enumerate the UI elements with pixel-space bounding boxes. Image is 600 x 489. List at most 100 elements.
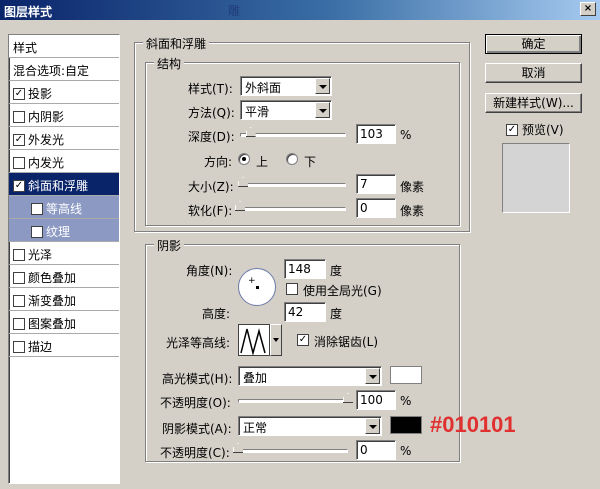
chevron-down-icon	[315, 78, 330, 94]
depth-label: 深度(D):	[188, 130, 235, 144]
depth-input[interactable]: 103	[356, 124, 396, 144]
style-item[interactable]: 图案叠加	[9, 311, 119, 334]
altitude-input[interactable]: 42	[284, 302, 326, 322]
shadow-opacity-slider[interactable]	[233, 443, 348, 457]
angle-input[interactable]: 148	[284, 259, 326, 279]
style-item-label: 等高线	[46, 202, 83, 216]
style-item[interactable]: ✓ 斜面和浮雕	[9, 173, 119, 196]
gloss-contour-label: 光泽等高线:	[166, 336, 231, 350]
gloss-contour-dropdown[interactable]	[270, 324, 282, 356]
style-item-label: 内阴影	[28, 110, 65, 124]
technique-select[interactable]: 平滑	[240, 100, 332, 120]
style-item[interactable]: 光泽	[9, 242, 119, 265]
soften-value: 0	[360, 201, 368, 215]
direction-up-radio[interactable]	[238, 153, 250, 165]
direction-up-label: 上	[256, 155, 269, 169]
ok-button[interactable]: 确定	[485, 34, 582, 54]
size-slider-thumb[interactable]	[238, 177, 249, 187]
soften-input[interactable]: 0	[356, 198, 396, 218]
preview-checkbox[interactable]: ✓	[506, 123, 518, 136]
size-slider-track	[240, 183, 346, 187]
style-item[interactable]: ✓ 投影	[9, 81, 119, 104]
size-value: 7	[360, 177, 368, 191]
highlight-opacity-track	[238, 399, 348, 403]
highlight-opacity-label: 不透明度(O):	[160, 396, 231, 410]
highlight-opacity-slider[interactable]	[238, 393, 353, 407]
bevel-style-value: 外斜面	[245, 81, 282, 95]
direction-down-label: 下	[304, 155, 317, 169]
style-item[interactable]: 描边	[9, 334, 119, 357]
soften-label: 软化(F):	[188, 204, 233, 218]
style-item-checkbox[interactable]	[13, 294, 25, 307]
style-item-label: 内发光	[28, 156, 65, 170]
gloss-contour-picker[interactable]	[238, 324, 270, 356]
depth-slider[interactable]	[240, 127, 346, 141]
style-preview-thumbnail	[502, 143, 570, 213]
technique-value: 平滑	[245, 105, 270, 119]
style-item[interactable]: 纹理	[9, 219, 119, 242]
style-item-checkbox[interactable]	[13, 271, 25, 284]
angle-dial[interactable]: +	[238, 268, 276, 306]
highlight-color-swatch[interactable]	[390, 366, 422, 384]
blend-options-item[interactable]: 混合选项:自定	[9, 58, 119, 81]
highlight-opacity-value: 100	[360, 393, 383, 407]
style-item-checkbox[interactable]	[31, 202, 43, 215]
size-input[interactable]: 7	[356, 174, 396, 194]
soften-slider[interactable]	[235, 201, 346, 215]
new-style-button[interactable]: 新建样式(W)...	[485, 93, 582, 113]
shadow-opacity-track	[238, 449, 348, 453]
highlight-opacity-input[interactable]: 100	[356, 390, 396, 410]
style-list-header[interactable]: 样式	[9, 35, 119, 58]
chevron-down-icon	[365, 418, 380, 434]
size-label: 大小(Z):	[188, 180, 234, 194]
style-item-checkbox[interactable]	[13, 156, 25, 169]
highlight-mode-value: 叠加	[243, 371, 268, 385]
style-item-checkbox[interactable]: ✓	[13, 87, 25, 100]
bevel-emboss-title: 斜面和浮雕	[143, 35, 210, 52]
size-slider[interactable]	[238, 177, 346, 191]
angle-dial-center	[256, 286, 259, 289]
highlight-mode-select[interactable]: 叠加	[238, 366, 382, 386]
chevron-down-icon	[365, 368, 380, 384]
chevron-down-icon	[315, 102, 330, 118]
style-item-label: 投影	[28, 87, 53, 101]
highlight-opacity-unit: %	[400, 394, 412, 408]
depth-slider-thumb[interactable]	[245, 127, 256, 137]
crosshair-icon: +	[248, 276, 256, 286]
style-item[interactable]: 内阴影	[9, 104, 119, 127]
preview-label: 预览(V)	[522, 123, 564, 137]
title-bar: 图层样式 雕 ×	[0, 0, 600, 20]
style-item[interactable]: 渐变叠加	[9, 288, 119, 311]
close-button[interactable]: ×	[580, 2, 596, 16]
style-item[interactable]: 颜色叠加	[9, 265, 119, 288]
style-item-label: 光泽	[28, 248, 53, 262]
style-item[interactable]: ✓ 外发光	[9, 127, 119, 150]
style-item-label: 斜面和浮雕	[28, 179, 89, 193]
global-light-checkbox[interactable]	[286, 283, 298, 295]
depth-slider-track	[240, 133, 346, 137]
style-item-checkbox[interactable]: ✓	[13, 133, 25, 146]
style-item[interactable]: 内发光	[9, 150, 119, 173]
anti-alias-checkbox[interactable]: ✓	[297, 334, 309, 346]
style-item-checkbox[interactable]	[13, 340, 25, 353]
shadow-mode-select[interactable]: 正常	[238, 416, 382, 436]
shadow-color-swatch[interactable]	[390, 416, 422, 434]
style-item-checkbox[interactable]	[13, 317, 25, 330]
bevel-style-select[interactable]: 外斜面	[240, 76, 332, 96]
shadow-opacity-input[interactable]: 0	[356, 440, 396, 460]
style-item[interactable]: 等高线	[9, 196, 119, 219]
preview-option[interactable]: ✓ 预览(V)	[506, 121, 564, 138]
direction-down-radio[interactable]	[286, 153, 298, 165]
depth-unit: %	[400, 128, 412, 142]
cancel-button[interactable]: 取消	[485, 63, 582, 83]
structure-title: 结构	[154, 55, 185, 72]
window-title: 图层样式	[4, 5, 53, 19]
style-item-checkbox[interactable]	[13, 110, 25, 123]
style-item-checkbox[interactable]: ✓	[13, 179, 25, 192]
shadow-opacity-unit: %	[400, 444, 412, 458]
soften-unit: 像素	[400, 204, 425, 218]
style-item-checkbox[interactable]	[13, 248, 25, 261]
contour-curve-icon	[240, 328, 266, 356]
style-item-checkbox[interactable]	[31, 225, 43, 238]
anti-alias-label: 消除锯齿(L)	[314, 335, 379, 349]
